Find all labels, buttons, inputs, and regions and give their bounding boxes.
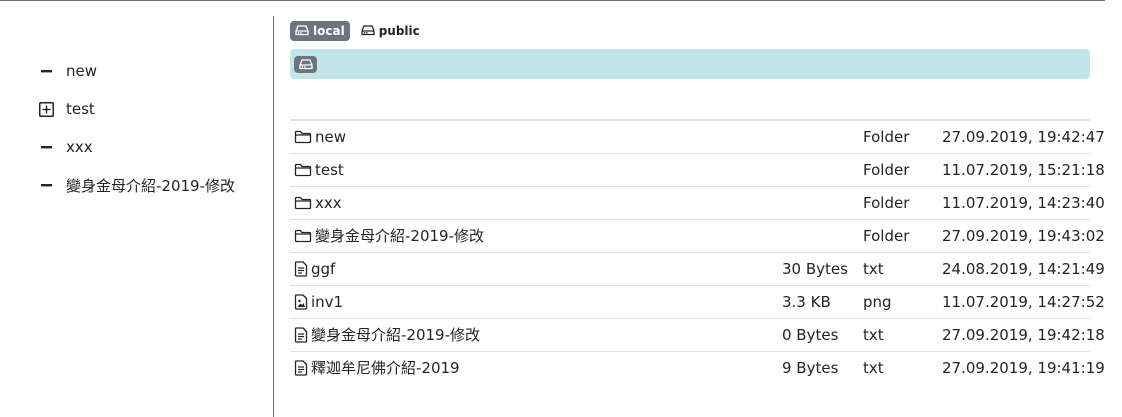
file-list: new Folder 27.09.2019, 19:42:47 test Fol… [290, 119, 1105, 384]
folder-icon [294, 196, 312, 210]
table-row[interactable]: xxx Folder 11.07.2019, 14:23:40 [290, 187, 1105, 220]
file-name: xxx [315, 194, 342, 212]
table-row[interactable]: inv1 3.3 KB png 11.07.2019, 14:27:52 [290, 286, 1105, 319]
file-text-icon [294, 261, 308, 277]
file-type: Folder [863, 194, 910, 212]
file-text-icon [294, 327, 308, 343]
table-row[interactable]: test Folder 11.07.2019, 15:21:18 [290, 154, 1105, 187]
minus-icon[interactable] [39, 140, 54, 155]
hdd-icon [295, 25, 309, 36]
disk-list: local public [290, 20, 1090, 41]
table-row[interactable]: 變身金母介紹-2019-修改 Folder 27.09.2019, 19:43:… [290, 220, 1105, 253]
disk-label: public [378, 23, 420, 38]
folder-icon [294, 130, 312, 144]
file-type: Folder [863, 161, 910, 179]
table-row[interactable]: ggf 30 Bytes txt 24.08.2019, 14:21:49 [290, 253, 1105, 286]
file-name: new [315, 128, 347, 146]
file-date: 27.09.2019, 19:42:47 [942, 128, 1105, 146]
tree-item-test[interactable]: test [0, 90, 272, 128]
file-image-icon [294, 294, 308, 310]
disk-label: local [313, 23, 345, 38]
disk-button-local[interactable]: local [290, 20, 350, 41]
file-manager-main: local public new Folder 27.09.2019, 19:4… [290, 20, 1105, 377]
tree-item-label: test [66, 100, 95, 118]
file-date: 27.09.2019, 19:42:18 [942, 326, 1105, 344]
file-type: png [863, 293, 892, 311]
file-size: 3.3 KB [782, 293, 831, 311]
file-date: 11.07.2019, 14:27:52 [942, 293, 1105, 311]
file-text-icon [294, 360, 308, 376]
tree-item-xxx[interactable]: xxx [0, 128, 272, 166]
file-name: 變身金母介紹-2019-修改 [311, 326, 480, 344]
hdd-icon [298, 58, 313, 70]
tree-item-label: 變身金母介紹-2019-修改 [66, 176, 235, 195]
folder-icon [294, 229, 312, 243]
file-size: 30 Bytes [782, 260, 848, 278]
file-name: 變身金母介紹-2019-修改 [315, 227, 484, 245]
file-name: inv1 [311, 293, 344, 311]
minus-icon[interactable] [39, 64, 54, 79]
breadcrumb [290, 49, 1090, 79]
file-name: ggf [311, 260, 336, 278]
minus-icon[interactable] [39, 178, 54, 193]
file-type: txt [863, 359, 884, 377]
file-name: test [315, 161, 344, 179]
tree-item-label: new [66, 62, 98, 80]
file-type: Folder [863, 128, 910, 146]
file-date: 11.07.2019, 15:21:18 [942, 161, 1105, 179]
file-date: 27.09.2019, 19:41:19 [942, 359, 1105, 377]
file-name: 釋迦牟尼佛介紹-2019 [311, 359, 460, 377]
panel-divider[interactable] [273, 16, 274, 417]
file-type: txt [863, 260, 884, 278]
file-type: txt [863, 326, 884, 344]
file-date: 11.07.2019, 14:23:40 [942, 194, 1105, 212]
tree-item-label: xxx [66, 138, 93, 156]
file-size: 0 Bytes [782, 326, 839, 344]
breadcrumb-root-button[interactable] [294, 55, 317, 73]
file-date: 24.08.2019, 14:21:49 [942, 260, 1105, 278]
file-type: Folder [863, 227, 910, 245]
hdd-icon [361, 25, 375, 36]
plus-square-icon[interactable] [39, 101, 54, 117]
table-row[interactable]: new Folder 27.09.2019, 19:42:47 [290, 121, 1105, 154]
table-row[interactable]: 變身金母介紹-2019-修改 0 Bytes txt 27.09.2019, 1… [290, 319, 1105, 352]
tree-item-new[interactable]: new [0, 52, 272, 90]
folder-tree: new test xxx 變身金母介紹-2019-修改 [0, 52, 272, 204]
file-date: 27.09.2019, 19:43:02 [942, 227, 1105, 245]
tree-item-chinese-folder[interactable]: 變身金母介紹-2019-修改 [0, 166, 272, 204]
table-row[interactable]: 釋迦牟尼佛介紹-2019 9 Bytes txt 27.09.2019, 19:… [290, 352, 1105, 384]
top-border [0, 0, 1105, 1]
file-size: 9 Bytes [782, 359, 839, 377]
disk-button-public[interactable]: public [356, 21, 425, 41]
folder-icon [294, 163, 312, 177]
